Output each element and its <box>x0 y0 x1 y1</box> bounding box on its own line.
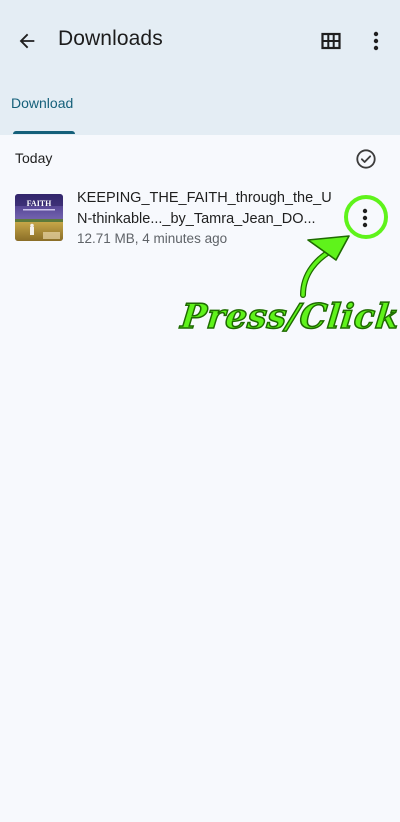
grid-view-button[interactable] <box>317 27 345 55</box>
app-bar: Downloads Download <box>0 0 400 135</box>
file-thumbnail: FAITH <box>15 194 63 241</box>
tab-label: Download <box>11 95 74 111</box>
section-header-today: Today <box>15 150 53 166</box>
tab-download[interactable]: Download <box>0 85 88 135</box>
more-vertical-icon <box>373 31 379 51</box>
check-circle-icon <box>356 149 376 169</box>
more-vertical-icon <box>362 208 368 228</box>
annotation-arrow <box>300 244 341 298</box>
file-name: KEEPING_THE_FAITH_through_the_UN-thinkab… <box>77 190 332 227</box>
tab-indicator <box>13 131 75 134</box>
download-list-item[interactable]: FAITH KEEPING_THE_FAITH_through_the_UN-t… <box>0 180 400 252</box>
back-button[interactable] <box>12 26 42 56</box>
annotation-label: Press/Click <box>178 296 400 338</box>
page-title: Downloads <box>58 27 163 50</box>
file-meta: 12.71 MB, 4 minutes ago <box>77 231 228 246</box>
item-more-options-button[interactable] <box>352 204 378 232</box>
select-all-button[interactable] <box>353 146 379 172</box>
more-options-button[interactable] <box>362 27 390 55</box>
grid-view-icon <box>321 32 341 50</box>
arrow-left-icon <box>19 33 35 49</box>
thumbnail-title: FAITH <box>27 199 53 208</box>
